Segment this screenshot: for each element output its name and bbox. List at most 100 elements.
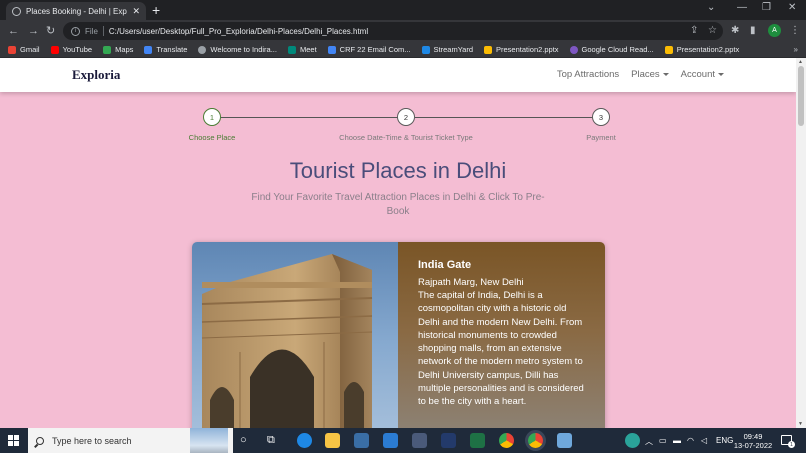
- chrome-icon[interactable]: [499, 433, 514, 448]
- windows-start-icon[interactable]: [8, 435, 19, 446]
- browser-tab[interactable]: Places Booking - Delhi | Exploria ✕: [6, 2, 146, 20]
- nav-account-dropdown[interactable]: Account: [681, 69, 724, 80]
- nav-top-attractions[interactable]: Top Attractions: [557, 69, 619, 80]
- nav-places-label: Places: [631, 69, 660, 80]
- file-explorer-icon[interactable]: [325, 433, 340, 448]
- place-card-body: India Gate Rajpath Marg, New Delhi The c…: [398, 242, 605, 428]
- bookmark-google-cloud[interactable]: Google Cloud Read...: [569, 45, 654, 54]
- translate-icon: [144, 45, 153, 54]
- caret-down-icon: [718, 72, 724, 76]
- edge-icon[interactable]: [297, 433, 312, 448]
- page-title: Tourist Places in Delhi: [289, 158, 507, 183]
- excel-icon[interactable]: [470, 433, 485, 448]
- step-2-label: Choose Date-Time & Tourist Ticket Type: [339, 133, 473, 142]
- address-bar[interactable]: i File C:/Users/user/Desktop/Full_Pro_Ex…: [63, 22, 723, 40]
- bookmark-translate[interactable]: Translate: [144, 45, 187, 54]
- youtube-icon: [50, 45, 59, 54]
- profile-avatar[interactable]: A: [768, 24, 781, 37]
- restore-icon[interactable]: ❐: [762, 2, 771, 13]
- back-icon[interactable]: ←: [8, 24, 19, 38]
- share-icon[interactable]: ⇪: [690, 25, 698, 37]
- volume-icon[interactable]: ◁: [701, 436, 707, 445]
- site-navbar: Exploria Top Attractions Places Account: [0, 58, 796, 92]
- bookmark-star-icon[interactable]: ☆: [708, 25, 717, 37]
- nav-places-dropdown[interactable]: Places: [631, 69, 669, 80]
- chrome-active-icon[interactable]: [528, 433, 543, 448]
- bookmark-crf[interactable]: CRF 22 Email Com...: [327, 45, 411, 54]
- weather-widget-icon[interactable]: [190, 428, 228, 453]
- cortana-icon[interactable]: ○: [240, 433, 247, 448]
- site-brand[interactable]: Exploria: [72, 67, 120, 83]
- bookmark-maps[interactable]: Maps: [103, 45, 133, 54]
- chevron-up-icon[interactable]: ︿: [645, 436, 653, 447]
- vscode-icon[interactable]: [441, 433, 456, 448]
- notes-icon[interactable]: [557, 433, 572, 448]
- globe-icon: [12, 6, 21, 16]
- bookmark-welcome[interactable]: Welcome to Indira...: [198, 45, 277, 54]
- nav-account-label: Account: [680, 69, 715, 80]
- url-scheme: File: [85, 26, 98, 36]
- close-window-icon[interactable]: ✕: [788, 2, 796, 13]
- wifi-icon[interactable]: ◠: [687, 436, 694, 445]
- more-bookmarks-icon[interactable]: »: [794, 45, 798, 54]
- nav-links: Top Attractions Places Account: [557, 69, 724, 80]
- step-1-circle: 1: [203, 108, 221, 126]
- slides-icon: [664, 45, 673, 54]
- notification-badge: 1: [788, 441, 795, 448]
- step-3-circle: 3: [592, 108, 610, 126]
- tab-search-icon[interactable]: ⌄: [707, 2, 715, 13]
- windows-taskbar: Type here to search ○ ⧉ ︿ ▭ ▬ ◠ ◁ ENG 09…: [0, 428, 806, 453]
- side-panel-icon[interactable]: ▮: [750, 25, 756, 37]
- caret-down-icon: [662, 72, 669, 76]
- search-icon: [36, 436, 44, 445]
- place-description: The capital of India, Delhi is a cosmopo…: [418, 290, 584, 408]
- info-icon[interactable]: i: [71, 26, 80, 36]
- cloud-icon: [569, 45, 578, 54]
- app-icon[interactable]: [412, 433, 427, 448]
- clock-time: 09:49: [743, 432, 763, 441]
- omnibox-divider: [102, 26, 104, 36]
- bookmark-presentation[interactable]: Presentation2.pptx: [484, 45, 559, 54]
- taskbar-clock[interactable]: 09:49 13-07-2022: [730, 432, 776, 450]
- bookmark-streamyard[interactable]: StreamYard: [421, 45, 473, 54]
- bookmark-presentation-2[interactable]: Presentation2.pptx: [664, 45, 739, 54]
- streamyard-icon: [421, 45, 430, 54]
- battery-icon[interactable]: ▬: [673, 436, 681, 445]
- meet-now-icon[interactable]: ▭: [659, 436, 667, 445]
- url-text[interactable]: C:/Users/user/Desktop/Full_Pro_Exploria/…: [109, 27, 368, 36]
- reload-icon[interactable]: ↻: [46, 24, 55, 38]
- forward-icon[interactable]: →: [28, 24, 39, 38]
- booking-stepper: 1 2 3 Choose Place Choose Date-Time & To…: [0, 108, 796, 148]
- extensions-icon[interactable]: ✱: [731, 25, 739, 37]
- bookmarks-bar: Gmail YouTube Maps Translate Welcome to …: [0, 42, 806, 58]
- maps-icon: [103, 45, 112, 54]
- bookmark-meet[interactable]: Meet: [287, 45, 317, 54]
- scroll-down-icon[interactable]: ▼: [798, 421, 803, 427]
- place-address: Rajpath Marg, New Delhi: [418, 277, 524, 288]
- bookmark-youtube[interactable]: YouTube: [50, 45, 92, 54]
- task-view-icon[interactable]: ⧉: [267, 433, 275, 448]
- scroll-thumb[interactable]: [798, 66, 804, 126]
- mail-icon[interactable]: [383, 433, 398, 448]
- page-viewport: Exploria Top Attractions Places Account …: [0, 58, 806, 428]
- page-scrollbar[interactable]: ▲ ▼: [796, 58, 806, 428]
- clock-date: 13-07-2022: [733, 441, 773, 450]
- scroll-up-icon[interactable]: ▲: [798, 59, 803, 65]
- close-tab-icon[interactable]: ✕: [132, 6, 140, 17]
- menu-icon[interactable]: ⋮: [790, 25, 800, 37]
- browser-tab-bar: Places Booking - Delhi | Exploria ✕ + ⌄ …: [0, 0, 806, 20]
- step-connector: [221, 117, 398, 118]
- taskbar-search-placeholder: Type here to search: [52, 435, 132, 446]
- new-tab-button[interactable]: +: [152, 2, 160, 18]
- step-3-label: Payment: [586, 133, 616, 142]
- minimize-icon[interactable]: —: [737, 2, 747, 13]
- bookmark-gmail[interactable]: Gmail: [8, 45, 40, 54]
- store-icon[interactable]: [354, 433, 369, 448]
- india-gate-image: [192, 242, 398, 428]
- step-1-label: Choose Place: [188, 133, 236, 142]
- help-icon[interactable]: [625, 433, 640, 448]
- gmail-icon: [8, 45, 16, 54]
- slides-icon: [484, 45, 492, 54]
- step-connector: [415, 117, 592, 118]
- place-card-india-gate[interactable]: India Gate Rajpath Marg, New Delhi The c…: [192, 242, 605, 428]
